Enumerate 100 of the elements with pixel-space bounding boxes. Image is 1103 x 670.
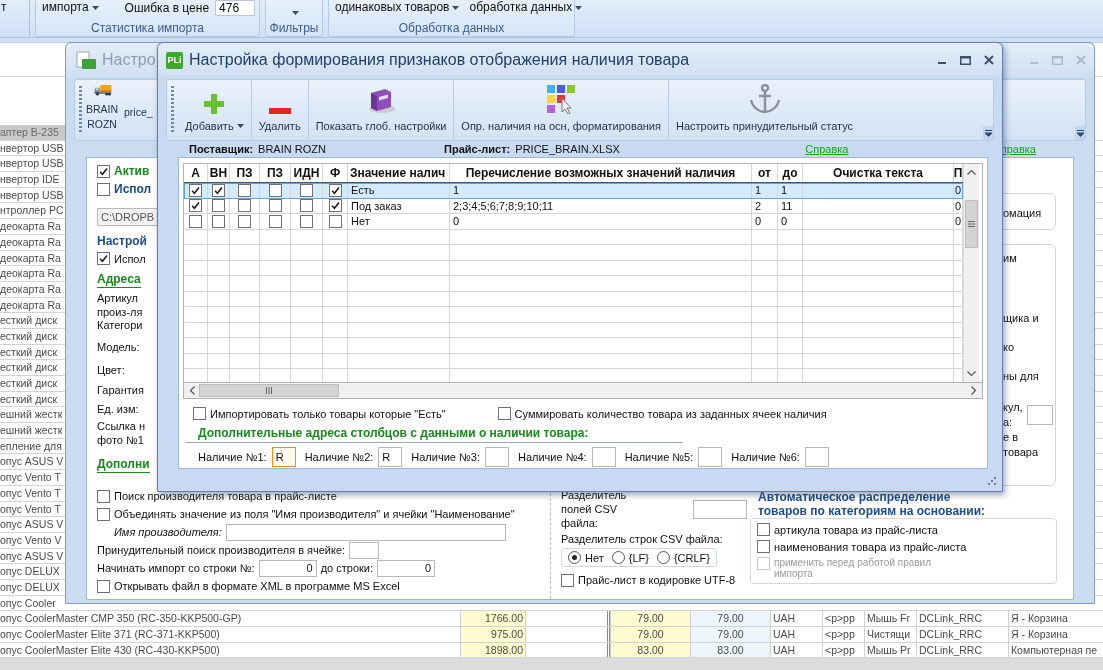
checkbox[interactable] (97, 164, 110, 178)
product-name[interactable]: деокарта Ra (0, 219, 65, 234)
product-name[interactable]: опус DELUX (0, 579, 65, 595)
checkbox[interactable] (193, 407, 206, 420)
product-name[interactable]: есткий диск (0, 344, 65, 360)
close-button[interactable] (984, 55, 994, 65)
product-name[interactable]: епление для (0, 438, 65, 454)
checkbox[interactable] (189, 214, 202, 228)
product-name[interactable]: нвертор USB (0, 156, 65, 172)
text-field[interactable] (484, 447, 509, 467)
scroll-right-icon[interactable] (971, 386, 977, 395)
product-name[interactable]: есткий диск (0, 376, 65, 391)
product-name[interactable]: опус CoolerMaster Elite 371 (RC-371-KKP500) (0, 627, 460, 642)
column-header[interactable]: ВН (208, 164, 230, 182)
product-name[interactable]: деокарта Ra (0, 281, 65, 297)
toolbar-button[interactable]: Опр. наличия на осн, форматирования (453, 80, 668, 140)
product-name[interactable]: опус Vento V (0, 532, 65, 548)
checkbox[interactable] (97, 182, 110, 196)
product-name[interactable]: опус Vento T (0, 501, 65, 517)
checkbox[interactable] (97, 252, 110, 265)
column-header[interactable]: ПЗ (230, 164, 260, 182)
product-name[interactable]: есткий диск (0, 391, 65, 407)
product-name[interactable]: деокарта Ra (0, 250, 65, 266)
scroll-left-icon[interactable] (189, 386, 195, 395)
checkbox[interactable] (328, 199, 342, 213)
product-name[interactable]: нвертор IDE (0, 172, 65, 187)
checkbox[interactable] (238, 183, 251, 197)
column-header[interactable]: ПЗ (260, 164, 291, 182)
checkbox[interactable] (238, 199, 251, 213)
text-field[interactable]: R (271, 447, 296, 467)
column-header[interactable]: до (778, 164, 803, 182)
product-name[interactable]: ешний жестк (0, 423, 65, 438)
product-name[interactable]: опус CoolerMaster Elite 430 (RC-430-KKP500) (0, 642, 460, 658)
horizontal-scrollbar[interactable] (0, 658, 1103, 670)
checkbox[interactable] (212, 183, 225, 197)
product-name[interactable]: есткий диск (0, 328, 65, 344)
toolbar-button[interactable]: price_ (124, 80, 158, 140)
product-name[interactable]: опус CoolerMaster CMP 350 (RC-350-KKP500-GP) (0, 611, 460, 626)
column-header[interactable]: ИДН (291, 164, 323, 182)
menu-button[interactable]: обработка данных (467, 0, 585, 15)
checkbox[interactable] (268, 183, 282, 197)
number-field[interactable]: 0 (377, 559, 436, 577)
radio-button[interactable] (611, 551, 625, 564)
number-field[interactable]: 0 (258, 559, 317, 577)
product-name[interactable]: нвертор USB (0, 140, 65, 156)
checkbox[interactable] (189, 199, 202, 213)
toolbar-button[interactable]: BRAIN ROZN (84, 80, 122, 140)
text-field[interactable] (349, 541, 380, 559)
checkbox[interactable] (300, 214, 313, 228)
product-name[interactable]: опус Vento T (0, 485, 65, 501)
table-row[interactable]: Под заказ 2;3;4;5;6;7;8;9;10;11 2 11 0 (184, 198, 963, 214)
checkbox[interactable] (757, 540, 770, 553)
column-header[interactable]: Ф (323, 164, 348, 182)
product-name[interactable]: есткий диск (0, 313, 65, 328)
toolbar-overflow-button[interactable] (1075, 126, 1085, 140)
product-name[interactable]: ешний жестк (0, 407, 65, 423)
vertical-scrollbar[interactable] (963, 164, 979, 382)
scroll-thumb[interactable] (965, 200, 978, 248)
text-field[interactable] (698, 447, 723, 467)
table-row[interactable]: Есть 1 1 1 0 (184, 183, 963, 199)
checkbox[interactable] (212, 214, 225, 228)
product-name[interactable]: опус Vento T (0, 470, 65, 485)
checkbox[interactable] (300, 199, 313, 213)
toolbar-button[interactable]: Показать глоб. настройки (307, 80, 454, 140)
column-header[interactable]: Значение налич (348, 164, 450, 182)
checkbox[interactable] (300, 183, 313, 197)
checkbox[interactable] (268, 199, 282, 213)
toolbar-button[interactable]: Добавить (178, 80, 251, 140)
text-field[interactable]: 476 (215, 0, 255, 16)
product-name[interactable]: есткий диск (0, 360, 65, 375)
scroll-down-icon[interactable] (967, 371, 976, 377)
product-name[interactable]: деокарта Ra (0, 297, 65, 313)
column-header[interactable]: Перечисление возможных значений наличия (450, 164, 752, 182)
checkbox[interactable] (189, 183, 202, 197)
resize-grip-icon[interactable] (988, 477, 996, 485)
scroll-up-icon[interactable] (967, 169, 976, 175)
product-name[interactable]: нвертор USB (0, 187, 65, 203)
checkbox[interactable] (757, 523, 770, 536)
scroll-thumb[interactable] (199, 384, 339, 397)
column-header[interactable]: А (184, 164, 208, 182)
column-header[interactable]: от (752, 164, 778, 182)
product-name[interactable]: опус ASUS V (0, 517, 65, 532)
checkbox[interactable] (268, 214, 282, 228)
checkbox[interactable] (97, 507, 110, 521)
checkbox[interactable] (328, 214, 342, 228)
toolbar-button[interactable]: Удалить (250, 80, 308, 140)
text-field[interactable] (591, 447, 616, 467)
checkbox[interactable] (238, 214, 251, 228)
toolbar-button[interactable]: Настроить принудительный статус (667, 80, 861, 140)
maximize-button[interactable] (960, 55, 971, 65)
product-name[interactable]: опус ASUS V (0, 454, 65, 470)
checkbox[interactable] (212, 199, 225, 213)
path-field[interactable]: C:\DROPB (97, 208, 159, 226)
table-row[interactable]: Нет 0 0 0 0 (184, 214, 963, 230)
checkbox[interactable] (97, 579, 110, 593)
product-name[interactable]: опус Cooler (0, 595, 65, 611)
checkbox[interactable] (328, 183, 342, 197)
radio-button[interactable] (656, 551, 670, 564)
text-field[interactable] (804, 447, 829, 467)
text-field[interactable] (225, 523, 506, 541)
